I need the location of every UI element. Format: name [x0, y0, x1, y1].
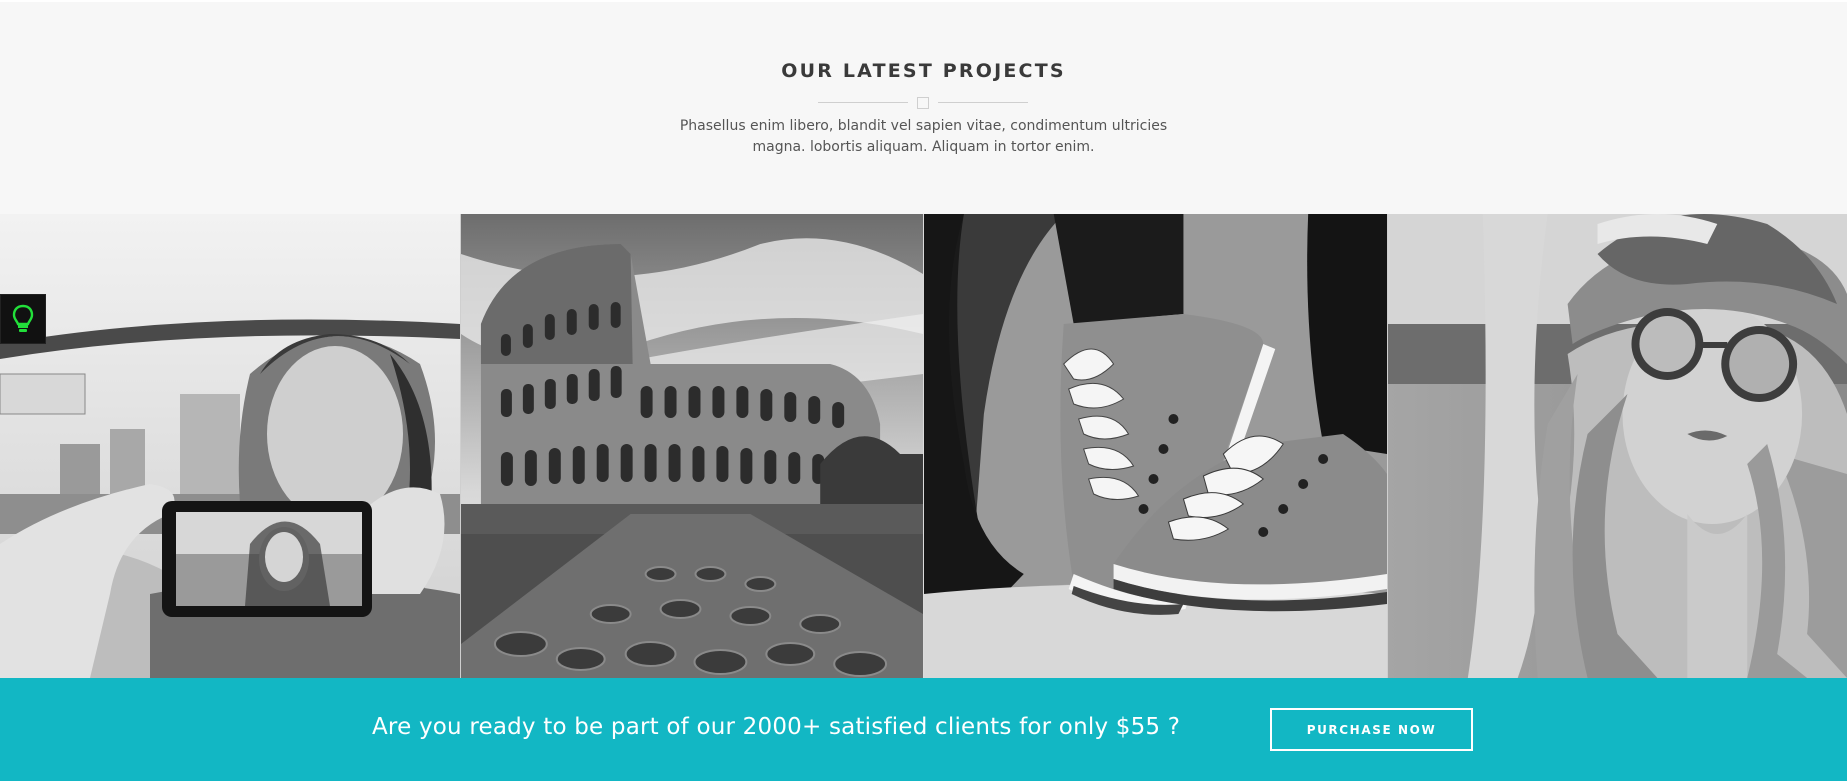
- description-line-2: magna. lobortis aliquam. Aliquam in tort…: [752, 139, 1095, 155]
- cta-text: Are you ready to be part of our 2000+ sa…: [372, 714, 1181, 740]
- cta-banner: Are you ready to be part of our 2000+ sa…: [0, 678, 1847, 781]
- gallery-item-sneakers[interactable]: [923, 214, 1387, 678]
- section-title: OUR LATEST PROJECTS: [781, 60, 1066, 82]
- lightbulb-icon: [12, 304, 34, 332]
- section-description: Phasellus enim libero, blandit vel sapie…: [0, 116, 1847, 158]
- description-line-1: Phasellus enim libero, blandit vel sapie…: [679, 118, 1168, 134]
- lightbulb-toggle-button[interactable]: [0, 294, 46, 344]
- divider-square-icon: [917, 97, 929, 109]
- colosseum-image: [461, 214, 923, 678]
- woman-hat-image: [1388, 214, 1847, 678]
- project-gallery: [0, 214, 1847, 678]
- purchase-now-button[interactable]: PURCHASE NOW: [1270, 708, 1473, 751]
- sneakers-image: [924, 214, 1387, 678]
- gallery-item-woman-hat[interactable]: [1387, 214, 1847, 678]
- projects-section: OUR LATEST PROJECTS Phasellus enim liber…: [0, 0, 1847, 214]
- gallery-item-colosseum[interactable]: [460, 214, 923, 678]
- gallery-item-selfie[interactable]: [0, 214, 460, 678]
- title-divider: [818, 96, 1028, 110]
- selfie-image: [0, 214, 460, 678]
